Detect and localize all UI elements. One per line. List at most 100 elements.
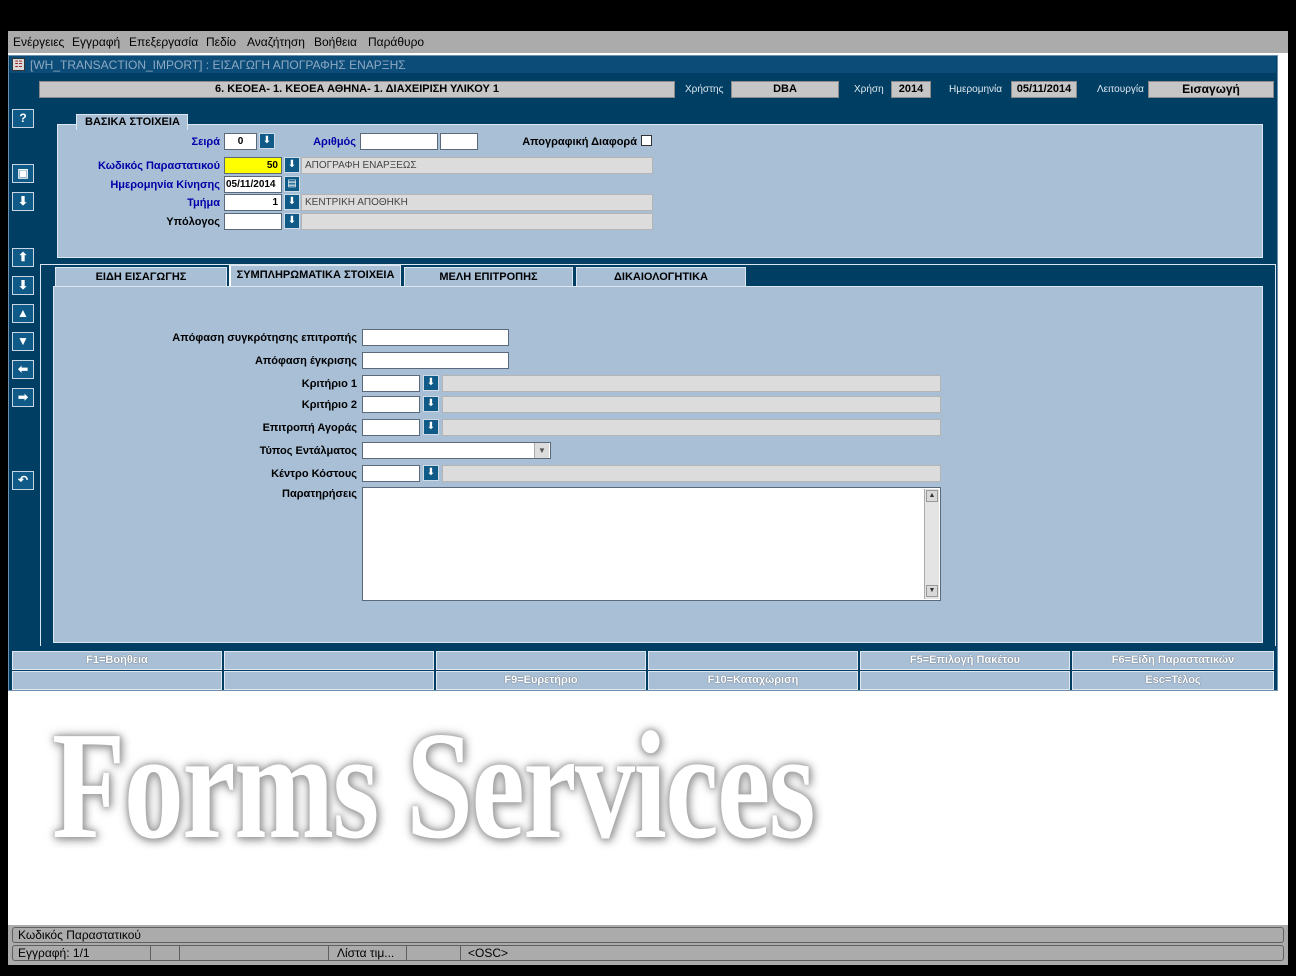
next-block-icon[interactable]: ➡ [12,388,34,407]
status-hint: Κωδικός Παραστατικού [18,928,141,942]
status-divider [150,945,151,960]
window-title: [WH_TRANSACTION_IMPORT] : ΕΙΣΑΓΩΓΗ ΑΠΟΓΡ… [30,58,406,72]
dept-input[interactable]: 1 [224,194,282,211]
tab-supporting-documents[interactable]: ΔΙΚΑΙΟΛΟΓΗΤΙΚΑ [576,267,746,287]
dept-list-icon[interactable]: ⬇ [284,194,300,210]
move-date-label: Ημερομηνία Κίνησης [110,179,220,191]
status-divider [460,945,461,960]
criterion1-list-icon[interactable]: ⬇ [423,375,439,391]
notes-textarea[interactable] [362,487,941,601]
menu-search[interactable]: Αναζήτηση [247,35,305,49]
approval-decision-label: Απόφαση έγκρισης [254,355,357,367]
menu-window[interactable]: Παράθυρο [368,35,424,49]
key-slot-1-3[interactable] [436,651,646,670]
scroll-up-icon[interactable]: ▲ [926,490,938,502]
accountable-description [301,213,653,230]
org-path-field: 6. ΚΕΟΕΑ- 1. ΚΕΟΕΑ ΑΘΗΝΑ- 1. ΔΙΑΧΕΙΡΙΣΗ … [39,81,675,98]
record-counter: Εγγραφή: 1/1 [18,946,90,960]
doc-code-description: ΑΠΟΓΡΑΦΗ ΕΝΑΡΞΕΩΣ [301,157,653,174]
cost-center-label: Κέντρο Κόστους [271,468,357,480]
doc-code-list-icon[interactable]: ⬇ [284,157,300,173]
warrant-type-select[interactable]: ▼ [362,442,551,459]
inventory-diff-label: Απογραφική Διαφορά [522,136,637,148]
download-icon[interactable]: ⬇ [12,192,34,211]
move-date-input[interactable]: 05/11/2014 [224,176,282,193]
key-slot-2-2[interactable] [224,671,434,690]
basic-info-legend: ΒΑΣΙΚΑ ΣΤΟΙΧΕΙΑ [76,114,188,130]
undo-icon[interactable]: ↶ [12,471,34,490]
criterion1-label: Κριτήριο 1 [301,378,357,390]
last-record-icon[interactable]: ⬇ [12,276,34,295]
notes-label: Παρατηρήσεις [282,488,357,500]
number-suffix-input[interactable] [440,133,478,150]
doc-code-input[interactable]: 50 [224,157,282,174]
menu-edit[interactable]: Επεξεργασία [129,35,198,49]
f9-index-button[interactable]: F9=Ευρετήριο [436,671,646,690]
criterion1-description [442,375,941,392]
year-label: Χρήση [854,84,884,95]
f5-package-button[interactable]: F5=Επιλογή Πακέτου [860,651,1070,670]
help-icon[interactable]: ? [12,109,34,128]
menu-help[interactable]: Βοήθεια [314,35,357,49]
notes-scrollbar[interactable]: ▲ ▼ [924,489,939,599]
first-record-icon[interactable]: ⬆ [12,248,34,267]
committee-decision-label: Απόφαση συγκρότησης επιτροπής [172,332,357,344]
menu-actions[interactable]: Ενέργειες [13,35,64,49]
key-slot-2-1[interactable] [12,671,222,690]
forms-services-watermark: Forms Services [52,701,816,871]
esc-exit-button[interactable]: Esc=Τέλος [1072,671,1274,690]
accountable-label: Υπόλογος [166,216,220,228]
criterion2-description [442,396,941,413]
window-app-icon[interactable]: ☷ [12,58,25,71]
number-input[interactable] [360,133,438,150]
purchase-committee-input[interactable] [362,419,420,436]
series-input[interactable]: 0 [224,133,257,150]
key-slot-1-2[interactable] [224,651,434,670]
save-icon[interactable]: ▣ [12,164,34,183]
tab-supplementary[interactable]: ΣΥΜΠΛΗΡΩΜΑΤΙΚΑ ΣΤΟΙΧΕΙΑ [229,265,401,288]
criterion2-input[interactable] [362,396,420,413]
menu-bar: Ενέργειες Εγγραφή Επεξεργασία Πεδίο Αναζ… [8,31,1288,53]
criterion2-list-icon[interactable]: ⬇ [423,396,439,412]
accountable-list-icon[interactable]: ⬇ [284,213,300,229]
date-label: Ημερομηνία [949,84,1003,95]
calendar-icon[interactable]: ▤ [284,176,300,192]
doc-code-label: Κωδικός Παραστατικού [98,160,220,172]
status-divider [328,945,329,960]
user-label: Χρήστης [685,84,724,95]
inventory-diff-checkbox[interactable] [641,135,652,146]
scroll-down-icon[interactable]: ▼ [926,585,938,597]
tab-frame-left [40,264,41,646]
chevron-down-icon[interactable]: ▼ [534,443,549,458]
date-field: 05/11/2014 [1011,81,1077,98]
previous-record-icon[interactable]: ▲ [12,304,34,323]
warrant-type-label: Τύπος Εντάλματος [259,445,357,457]
list-of-values-indicator: Λίστα τιμ... [337,946,395,960]
f6-doc-types-button[interactable]: F6=Είδη Παραστατικών [1072,651,1274,670]
cost-center-input[interactable] [362,465,420,482]
menu-record[interactable]: Εγγραφή [72,35,120,49]
mode-label: Λειτουργία [1097,84,1144,95]
approval-decision-input[interactable] [362,352,509,369]
accountable-input[interactable] [224,213,282,230]
key-slot-2-5[interactable] [860,671,1070,690]
f1-help-button[interactable]: F1=Βοήθεια [12,651,222,670]
menu-field[interactable]: Πεδίο [206,35,236,49]
f10-commit-button[interactable]: F10=Καταχώριση [648,671,858,690]
criterion2-label: Κριτήριο 2 [301,399,357,411]
series-list-icon[interactable]: ⬇ [259,133,275,149]
cost-center-description [442,465,941,482]
next-record-icon[interactable]: ▼ [12,332,34,351]
mode-field: Εισαγωγή [1148,81,1274,98]
purchase-committee-list-icon[interactable]: ⬇ [423,419,439,435]
committee-decision-input[interactable] [362,329,509,346]
osc-indicator: <OSC> [468,946,509,960]
criterion1-input[interactable] [362,375,420,392]
key-slot-1-4[interactable] [648,651,858,670]
cost-center-list-icon[interactable]: ⬇ [423,465,439,481]
section-divider [40,264,1276,265]
tab-committee-members[interactable]: ΜΕΛΗ ΕΠΙΤΡΟΠΗΣ [404,267,573,287]
status-info-box [12,945,1284,961]
previous-block-icon[interactable]: ⬅ [12,360,34,379]
tab-import-items[interactable]: ΕΙΔΗ ΕΙΣΑΓΩΓΗΣ [55,267,227,287]
